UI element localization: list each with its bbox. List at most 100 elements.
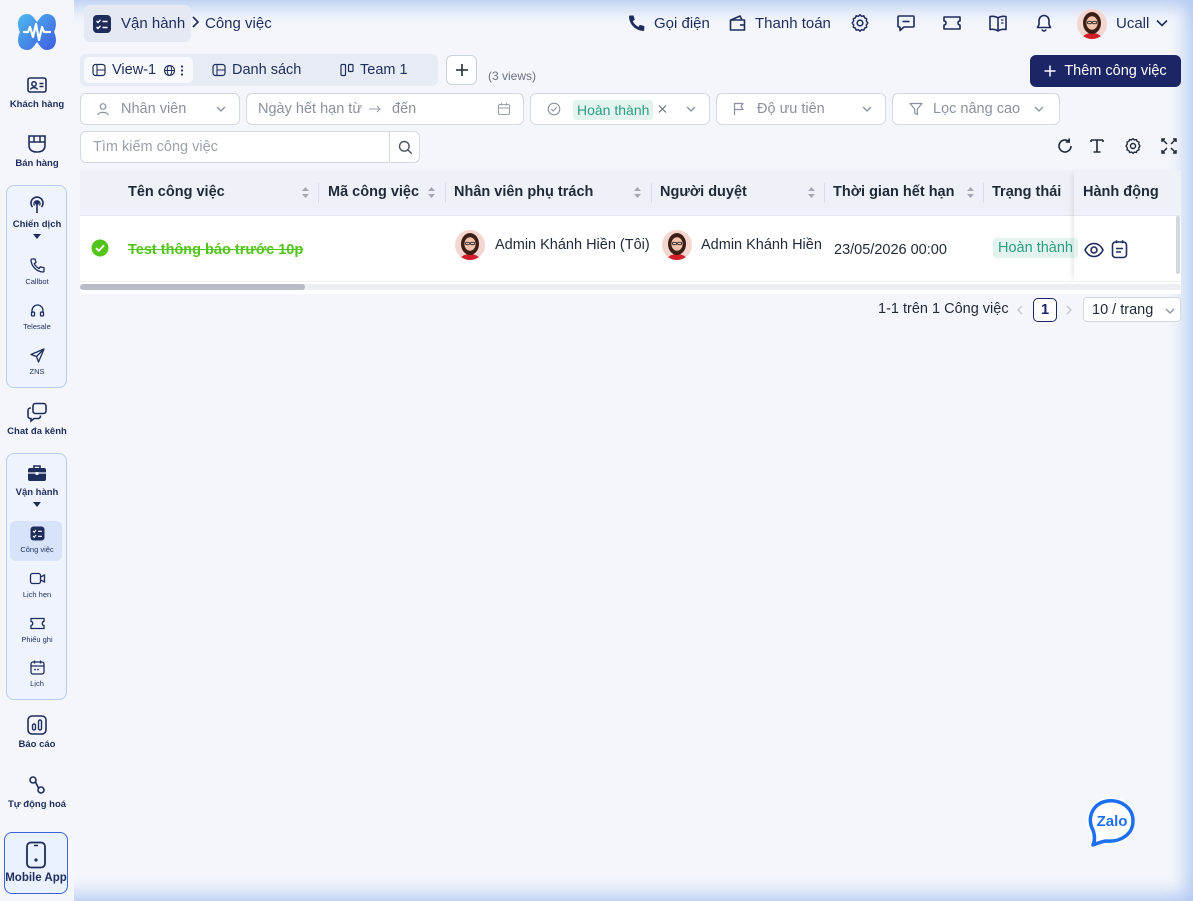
sidebar-sub-tickets[interactable]: Phiếu ghi xyxy=(8,615,66,644)
chevron-down-icon[interactable] xyxy=(33,234,41,239)
chevron-right-icon[interactable] xyxy=(1063,303,1075,317)
user-name[interactable]: Ucall xyxy=(1116,15,1149,32)
sidebar-sub-telesale[interactable]: Telesale xyxy=(8,302,66,331)
sidebar-item-label: Khách hàng xyxy=(9,99,65,110)
mobile-app-label: Mobile App xyxy=(5,872,67,884)
settings-icon[interactable] xyxy=(850,13,870,33)
sidebar-item-omnichannel-chat[interactable]: Chat đa kênh xyxy=(4,401,70,437)
phone-icon xyxy=(29,258,45,273)
tab-label: Danh sách xyxy=(232,62,302,78)
approver-name: Admin Khánh Hiền xyxy=(701,237,822,253)
chevron-down-icon xyxy=(1165,308,1175,314)
sidebar-item-operations[interactable]: Vận hành xyxy=(4,462,70,507)
bell-icon[interactable] xyxy=(1034,13,1054,33)
zalo-chat-widget[interactable]: Zalo xyxy=(1085,796,1137,848)
ticket-icon[interactable] xyxy=(942,13,962,33)
sort-icon[interactable] xyxy=(427,185,436,200)
employee-filter[interactable]: Nhân viên xyxy=(80,93,240,125)
column-header-approver[interactable]: Người duyệt xyxy=(660,184,747,200)
sidebar-item-label: Tự động hoá xyxy=(7,799,67,810)
ucall-logo[interactable] xyxy=(14,10,60,54)
date-to-input[interactable]: đến xyxy=(392,101,416,117)
close-icon[interactable] xyxy=(657,102,668,116)
date-from-input[interactable]: Ngày hết hạn từ xyxy=(258,101,362,117)
vertical-scrollbar[interactable] xyxy=(1176,216,1180,274)
zalo-label: Zalo xyxy=(1097,813,1128,830)
add-view-button[interactable] xyxy=(446,55,477,85)
column-divider xyxy=(318,183,319,203)
sidebar-item-customers[interactable]: Khách hàng xyxy=(4,74,70,110)
column-header-assignee[interactable]: Nhân viên phụ trách xyxy=(454,184,593,200)
scroll-thumb[interactable] xyxy=(80,284,305,290)
message-icon[interactable] xyxy=(896,13,916,33)
sidebar-item-reports[interactable]: Báo cáo xyxy=(4,714,70,750)
sort-icon[interactable] xyxy=(633,185,642,200)
sidebar-sub-label: Lịch xyxy=(30,679,44,688)
eye-icon[interactable] xyxy=(1084,242,1104,258)
breadcrumb-main-label: Vận hành xyxy=(121,15,186,32)
search-button[interactable] xyxy=(389,132,420,162)
task-edit-icon[interactable] xyxy=(1111,239,1128,259)
breadcrumb-operations[interactable]: Vận hành xyxy=(84,5,192,42)
assignee-name: Admin Khánh Hiền (Tôi) xyxy=(495,237,650,253)
sidebar-sub-label: ZNS xyxy=(29,367,45,376)
search-input[interactable] xyxy=(82,133,388,161)
book-icon[interactable] xyxy=(988,13,1008,33)
tab-team-1[interactable]: Team 1 xyxy=(340,57,408,83)
status-filter[interactable]: Hoàn thành xyxy=(530,93,710,125)
tab-list[interactable]: Danh sách xyxy=(212,57,301,83)
column-header-deadline[interactable]: Thời gian hết hạn xyxy=(833,184,954,200)
sidebar-sub-callbot[interactable]: Callbot xyxy=(8,257,66,286)
fullscreen-icon[interactable] xyxy=(1160,137,1178,155)
advanced-filter[interactable]: Lọc nâng cao xyxy=(892,93,1060,125)
refresh-icon[interactable] xyxy=(1056,137,1074,155)
page-size-select[interactable]: 10 / trang xyxy=(1083,297,1181,322)
avatar-image xyxy=(662,230,692,260)
sort-icon[interactable] xyxy=(807,185,816,200)
chevron-left-icon[interactable] xyxy=(1014,303,1026,317)
column-header-status[interactable]: Trạng thái xyxy=(992,184,1061,200)
column-header-task-code[interactable]: Mã công việc xyxy=(328,184,419,200)
chevron-down-icon[interactable] xyxy=(33,502,41,507)
table-row[interactable]: Test thông báo trước 10p Admin Khánh Hiề… xyxy=(80,216,1181,282)
sidebar-sub-appointments[interactable]: Lịch hẹn xyxy=(8,570,66,599)
phone-icon xyxy=(629,15,645,31)
call-button[interactable]: Gọi điện xyxy=(627,14,710,33)
settings-icon[interactable] xyxy=(1124,137,1142,155)
sidebar-item-sales[interactable]: Bán hàng xyxy=(4,133,70,169)
contact-card-icon xyxy=(27,77,47,93)
sidebar-sub-calendar[interactable]: Lịch xyxy=(8,659,66,688)
avatar-image xyxy=(1077,9,1107,39)
add-task-button[interactable]: Thêm công việc xyxy=(1030,55,1181,87)
tab-view-1[interactable]: View-1 xyxy=(84,57,194,83)
priority-filter[interactable]: Độ ưu tiên xyxy=(716,93,886,125)
text-height-icon[interactable] xyxy=(1088,137,1106,155)
chevron-down-icon[interactable] xyxy=(1155,17,1169,29)
check-circle-icon xyxy=(547,102,561,116)
chevron-right-icon xyxy=(192,16,200,28)
deadline-value: 23/05/2026 00:00 xyxy=(834,242,947,258)
mobile-app-button[interactable]: Mobile App xyxy=(4,832,68,894)
sort-icon[interactable] xyxy=(966,185,975,200)
calendar-icon xyxy=(497,103,511,116)
sidebar-item-campaign[interactable]: Chiến dịch xyxy=(4,194,70,239)
current-page[interactable]: 1 xyxy=(1033,298,1057,322)
store-icon xyxy=(28,135,46,153)
checklist-icon xyxy=(93,14,111,33)
task-name[interactable]: Test thông báo trước 10p xyxy=(128,242,303,258)
check-circle-icon[interactable] xyxy=(91,239,109,257)
breadcrumb-current: Công việc xyxy=(205,15,272,32)
sidebar-item-automation[interactable]: Tự động hoá xyxy=(4,774,70,810)
more-vertical-icon[interactable] xyxy=(179,64,185,77)
user-avatar[interactable] xyxy=(1077,9,1107,39)
advanced-filter-label: Lọc nâng cao xyxy=(933,101,1021,117)
deadline-range-picker[interactable]: Ngày hết hạn từ đến xyxy=(246,93,524,125)
wallet-icon xyxy=(729,15,746,31)
sidebar-sub-zns[interactable]: ZNS xyxy=(8,347,66,376)
payment-button[interactable]: Thanh toán xyxy=(728,14,831,33)
horizontal-scrollbar[interactable] xyxy=(80,284,1181,290)
sidebar-sub-tasks[interactable]: Công việc xyxy=(8,525,66,554)
approver-avatar xyxy=(662,230,692,260)
sort-icon[interactable] xyxy=(301,185,310,200)
column-header-task-name[interactable]: Tên công việc xyxy=(128,184,225,200)
